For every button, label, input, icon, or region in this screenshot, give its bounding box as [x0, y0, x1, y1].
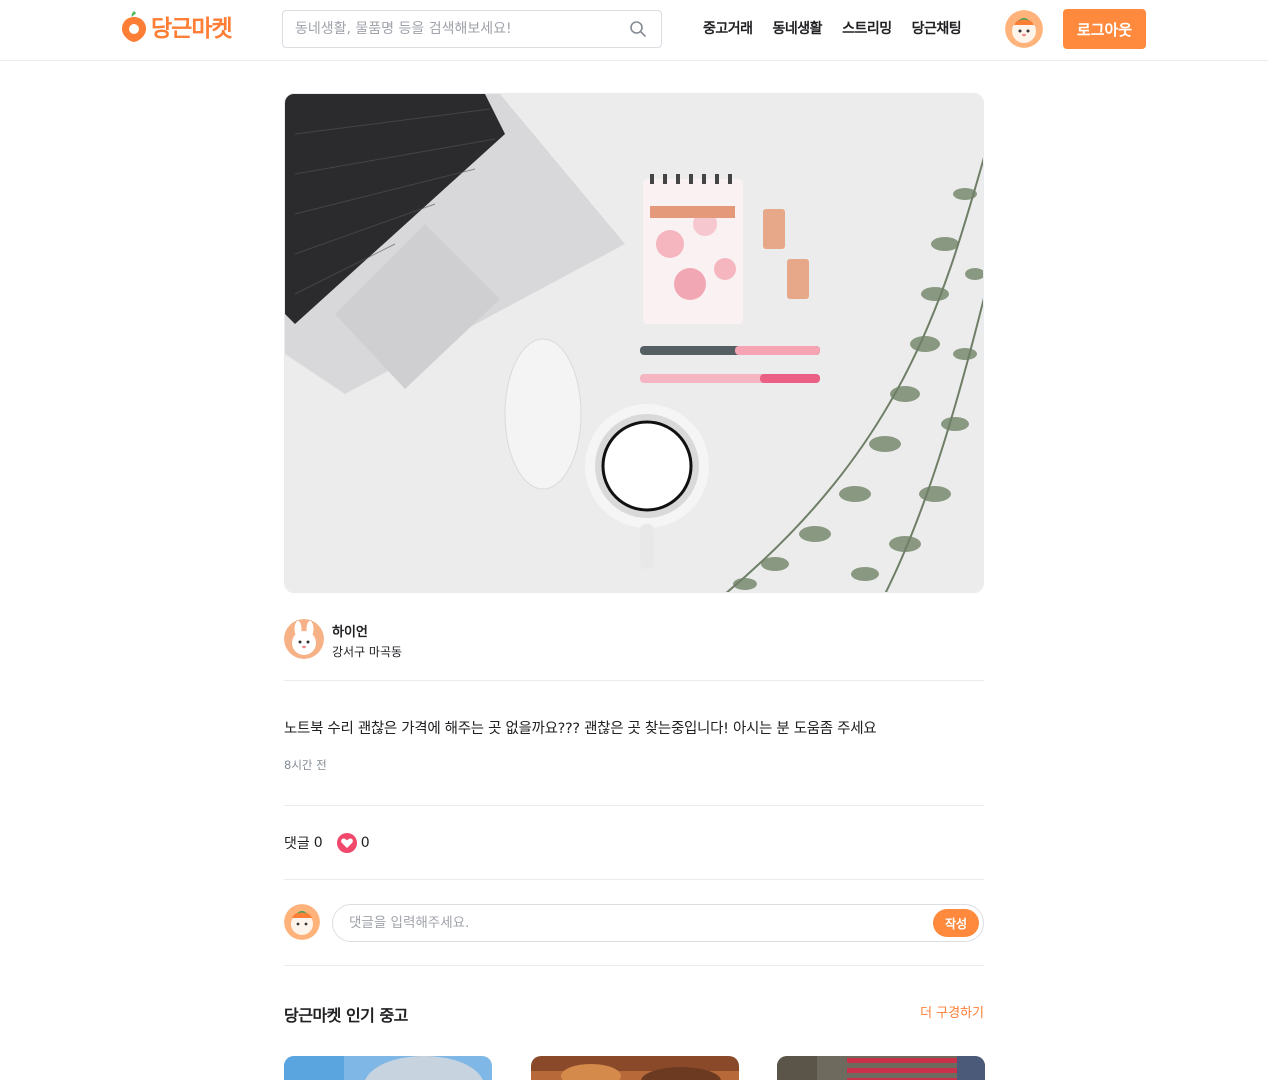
nav-item-chat[interactable]: 당근채팅: [912, 18, 962, 38]
author-section: 하이언 강서구 마곡동: [284, 593, 984, 681]
post-content: 노트북 수리 괜찮은 가격에 해주는 곳 없을까요??? 괜찮은 곳 찾는중입니…: [284, 681, 984, 806]
comment-count-label: 댓글: [284, 835, 310, 852]
author-region: 강서구 마곡동: [332, 645, 403, 659]
logo[interactable]: 당근마켓: [121, 8, 233, 44]
post-stats: 댓글 0 0: [284, 806, 984, 880]
desk-photo-image: [285, 94, 983, 592]
avatar: [284, 904, 320, 940]
post-detail: 하이언 강서구 마곡동 노트북 수리 괜찮은 가격에 해주는 곳 없을까요???…: [284, 93, 985, 1080]
more-link[interactable]: 더 구경하기: [920, 1002, 984, 1021]
post-body: 노트북 수리 괜찮은 가격에 해주는 곳 없을까요??? 괜찮은 곳 찾는중입니…: [284, 721, 877, 737]
comment-input-box: 작성: [332, 904, 984, 942]
search-icon[interactable]: [629, 20, 647, 38]
comment-submit-button[interactable]: 작성: [933, 909, 979, 937]
logout-button[interactable]: 로그아웃: [1063, 9, 1146, 49]
popular-item-card[interactable]: [531, 1056, 739, 1080]
search-bar: [282, 10, 662, 48]
post-photo[interactable]: [284, 93, 984, 593]
comment-count-value: 0: [313, 834, 323, 851]
item-thumbnail-image: [284, 1056, 492, 1080]
nav-item-streaming[interactable]: 스트리밍: [842, 18, 892, 38]
nav-item-neighborhood[interactable]: 동네생활: [773, 18, 823, 38]
post-time: 8시간 전: [284, 758, 327, 772]
popular-title: 당근마켓 인기 중고: [284, 1006, 408, 1025]
heart-icon[interactable]: [336, 832, 357, 853]
user-avatar-icon: [284, 904, 320, 940]
popular-item-card[interactable]: [284, 1056, 492, 1080]
item-thumbnail-image: [531, 1056, 739, 1080]
avatar[interactable]: [284, 619, 324, 659]
user-avatar-icon: [1005, 10, 1043, 48]
popular-section-header: 당근마켓 인기 중고 더 구경하기: [284, 966, 984, 1056]
nav-item-used-trade[interactable]: 중고거래: [703, 18, 753, 38]
popular-items: [284, 1056, 985, 1080]
comment-count: 댓글 0: [284, 833, 323, 853]
main-nav: 중고거래 동네생활 스트리밍 당근채팅: [703, 18, 962, 38]
like-count[interactable]: 0: [336, 832, 370, 853]
author-name[interactable]: 하이언: [332, 621, 368, 640]
comment-form: 작성: [284, 880, 984, 966]
rabbit-avatar-icon: [284, 619, 324, 659]
item-thumbnail-image: [777, 1056, 985, 1080]
logo-text: 당근마켓: [151, 16, 233, 42]
popular-item-card[interactable]: [777, 1056, 985, 1080]
comment-input[interactable]: [333, 905, 913, 941]
like-count-value: 0: [360, 834, 370, 851]
top-header: 당근마켓 중고거래 동네생활 스트리밍 당근채팅 로그아웃: [0, 0, 1268, 61]
avatar[interactable]: [1005, 10, 1043, 48]
carrot-logo-icon: [122, 11, 146, 42]
search-input[interactable]: [283, 11, 613, 47]
